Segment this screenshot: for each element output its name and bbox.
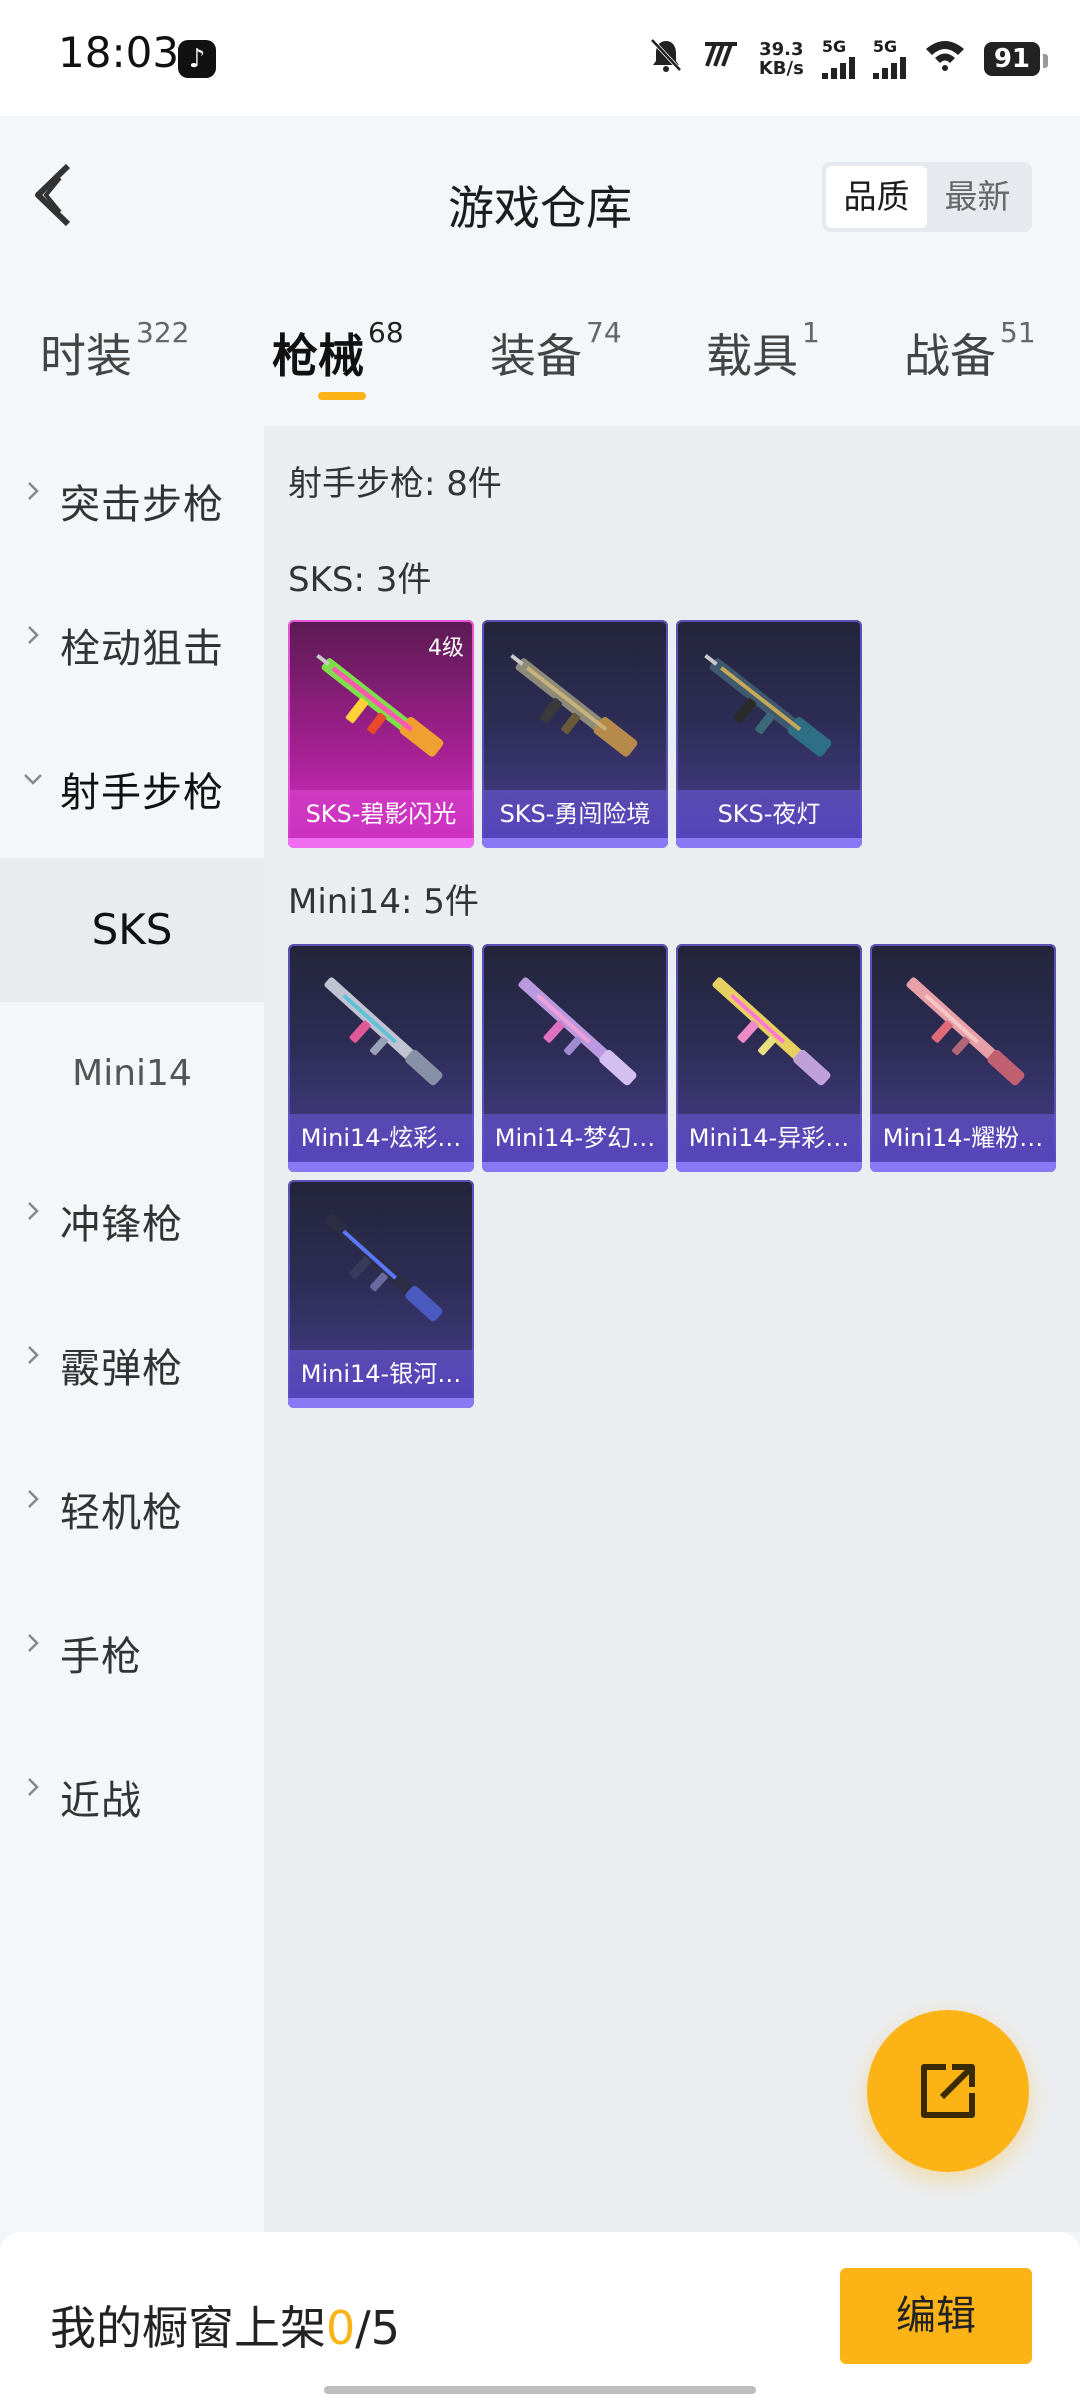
weapon-category-sidebar: 突击步枪 栓动狙击 射手步枪 SKS Mini14 冲锋枪 霰弹枪 轻机枪 手枪	[0, 426, 264, 2232]
share-button[interactable]	[867, 2010, 1029, 2172]
sort-latest-button[interactable]: 最新	[927, 166, 1028, 228]
rifle-skin-icon	[316, 653, 444, 757]
chevron-right-icon	[28, 1634, 39, 1652]
status-time: 18:03	[58, 28, 180, 77]
active-tab-indicator	[318, 392, 366, 400]
rarity-bar	[482, 838, 668, 848]
sim2-signal-icon: 5G	[872, 39, 906, 79]
showcase-count: 0	[326, 2301, 356, 2355]
rarity-bar	[870, 1162, 1056, 1172]
net-speed: 39.3 KB/s	[758, 39, 804, 79]
chevron-right-icon	[28, 626, 39, 644]
sidebar-item-label: 霰弹枪	[60, 1346, 183, 1392]
rarity-bar	[288, 1398, 474, 1408]
sidebar-item-label: 手枪	[60, 1634, 142, 1680]
weapon-name: Mini14-梦幻…	[482, 1114, 668, 1162]
weapon-card[interactable]: Mini14-耀粉…	[870, 944, 1056, 1172]
battery-icon: 91	[983, 42, 1049, 76]
sidebar-item-bolt-sniper[interactable]: 栓动狙击	[0, 570, 264, 714]
home-indicator[interactable]	[324, 2386, 756, 2394]
tab-firearms[interactable]: 枪械 68	[272, 316, 404, 386]
chevron-right-icon	[28, 1490, 39, 1508]
weapon-name: SKS-勇闯险境	[482, 790, 668, 838]
sidebar-item-label: 近战	[60, 1778, 142, 1824]
rifle-skin-icon	[704, 653, 832, 757]
tab-vehicles[interactable]: 载具 1	[706, 316, 820, 386]
weapon-grid-area: 射手步枪: 8件 SKS: 3件 4级 SKS-碧影闪光 SKS-勇闯险境 SK…	[264, 426, 1080, 2232]
sidebar-item-label: 栓动狙击	[60, 626, 224, 672]
sidebar-subitem-sks[interactable]: SKS	[0, 858, 264, 1002]
sidebar-item-assault-rifle[interactable]: 突击步枪	[0, 426, 264, 570]
weapon-name: Mini14-银河…	[288, 1350, 474, 1398]
weapon-card[interactable]: Mini14-梦幻…	[482, 944, 668, 1172]
sort-quality-button[interactable]: 品质	[826, 166, 927, 228]
rarity-bar	[676, 1162, 862, 1172]
rifle-skin-icon	[324, 977, 443, 1086]
chevron-right-icon	[28, 1346, 39, 1364]
mute-bell-icon	[649, 37, 683, 82]
rifle-skin-icon	[906, 977, 1025, 1086]
weapon-card[interactable]: Mini14-异彩…	[676, 944, 862, 1172]
weapon-card[interactable]: Mini14-炫彩…	[288, 944, 474, 1172]
sidebar-item-lmg[interactable]: 轻机枪	[0, 1434, 264, 1578]
rifle-skin-icon	[712, 977, 831, 1086]
wifi-icon	[924, 39, 966, 80]
tiktok-icon: ♪	[178, 40, 216, 78]
rifle-skin-icon	[518, 977, 637, 1086]
sidebar-item-label: 突击步枪	[60, 482, 224, 528]
sort-toggle: 品质 最新	[822, 162, 1032, 232]
tab-equipment[interactable]: 装备 74	[490, 316, 622, 386]
showcase-bar: 我的橱窗上架0/5 编辑	[0, 2232, 1080, 2400]
rarity-bar	[288, 1162, 474, 1172]
weapon-name: Mini14-耀粉…	[870, 1114, 1056, 1162]
weapon-card[interactable]: Mini14-银河…	[288, 1180, 474, 1408]
weapon-name: Mini14-异彩…	[676, 1114, 862, 1162]
sidebar-item-label: 轻机枪	[60, 1490, 183, 1536]
sidebar-item-label: 冲锋枪	[60, 1202, 183, 1248]
category-tabs: 时装 322 枪械 68 装备 74 载具 1 战备 51	[0, 284, 1080, 426]
chevron-right-icon	[28, 1202, 39, 1220]
chevron-right-icon	[28, 482, 39, 500]
sidebar-item-pistol[interactable]: 手枪	[0, 1578, 264, 1722]
showcase-status: 我的橱窗上架0/5	[50, 2301, 401, 2355]
sidebar-subitem-mini14[interactable]: Mini14	[0, 1002, 264, 1146]
rifle-skin-icon	[510, 653, 638, 757]
app-screen: 18:03 ♪ 39.3 KB/s 5G 5G 91 游戏仓库 品质 最新 时装…	[0, 0, 1080, 2400]
rifle-skin-icon	[324, 1213, 443, 1322]
category-summary: 射手步枪: 8件	[288, 464, 502, 504]
sidebar-item-melee[interactable]: 近战	[0, 1722, 264, 1866]
sidebar-item-marksman-rifle[interactable]: 射手步枪	[0, 714, 264, 858]
sidebar-item-label: 射手步枪	[60, 770, 224, 816]
rarity-bar	[676, 838, 862, 848]
edit-button[interactable]: 编辑	[840, 2268, 1032, 2364]
tab-fashion[interactable]: 时装 322	[40, 316, 189, 386]
weapon-card[interactable]: SKS-勇闯险境	[482, 620, 668, 848]
chevron-down-icon	[24, 774, 42, 785]
group-title-sks: SKS: 3件	[288, 560, 432, 600]
group-title-mini14: Mini14: 5件	[288, 882, 479, 922]
weapon-card[interactable]: 4级 SKS-碧影闪光	[288, 620, 474, 848]
weapon-name: SKS-碧影闪光	[288, 790, 474, 838]
weapon-name: Mini14-炫彩…	[288, 1114, 474, 1162]
sim1-signal-icon: 5G	[821, 39, 855, 79]
chevron-right-icon	[28, 1778, 39, 1796]
rarity-bar	[288, 838, 474, 848]
nfc-icon	[701, 39, 741, 79]
weapon-card[interactable]: SKS-夜灯	[676, 620, 862, 848]
tab-supplies[interactable]: 战备 51	[904, 316, 1036, 386]
sidebar-item-shotgun[interactable]: 霰弹枪	[0, 1290, 264, 1434]
weapon-name: SKS-夜灯	[676, 790, 862, 838]
rarity-bar	[482, 1162, 668, 1172]
app-header: 游戏仓库 品质 最新	[0, 116, 1080, 284]
share-external-icon	[921, 2064, 975, 2118]
status-bar: 18:03 ♪ 39.3 KB/s 5G 5G 91	[0, 0, 1080, 116]
sidebar-item-smg[interactable]: 冲锋枪	[0, 1146, 264, 1290]
